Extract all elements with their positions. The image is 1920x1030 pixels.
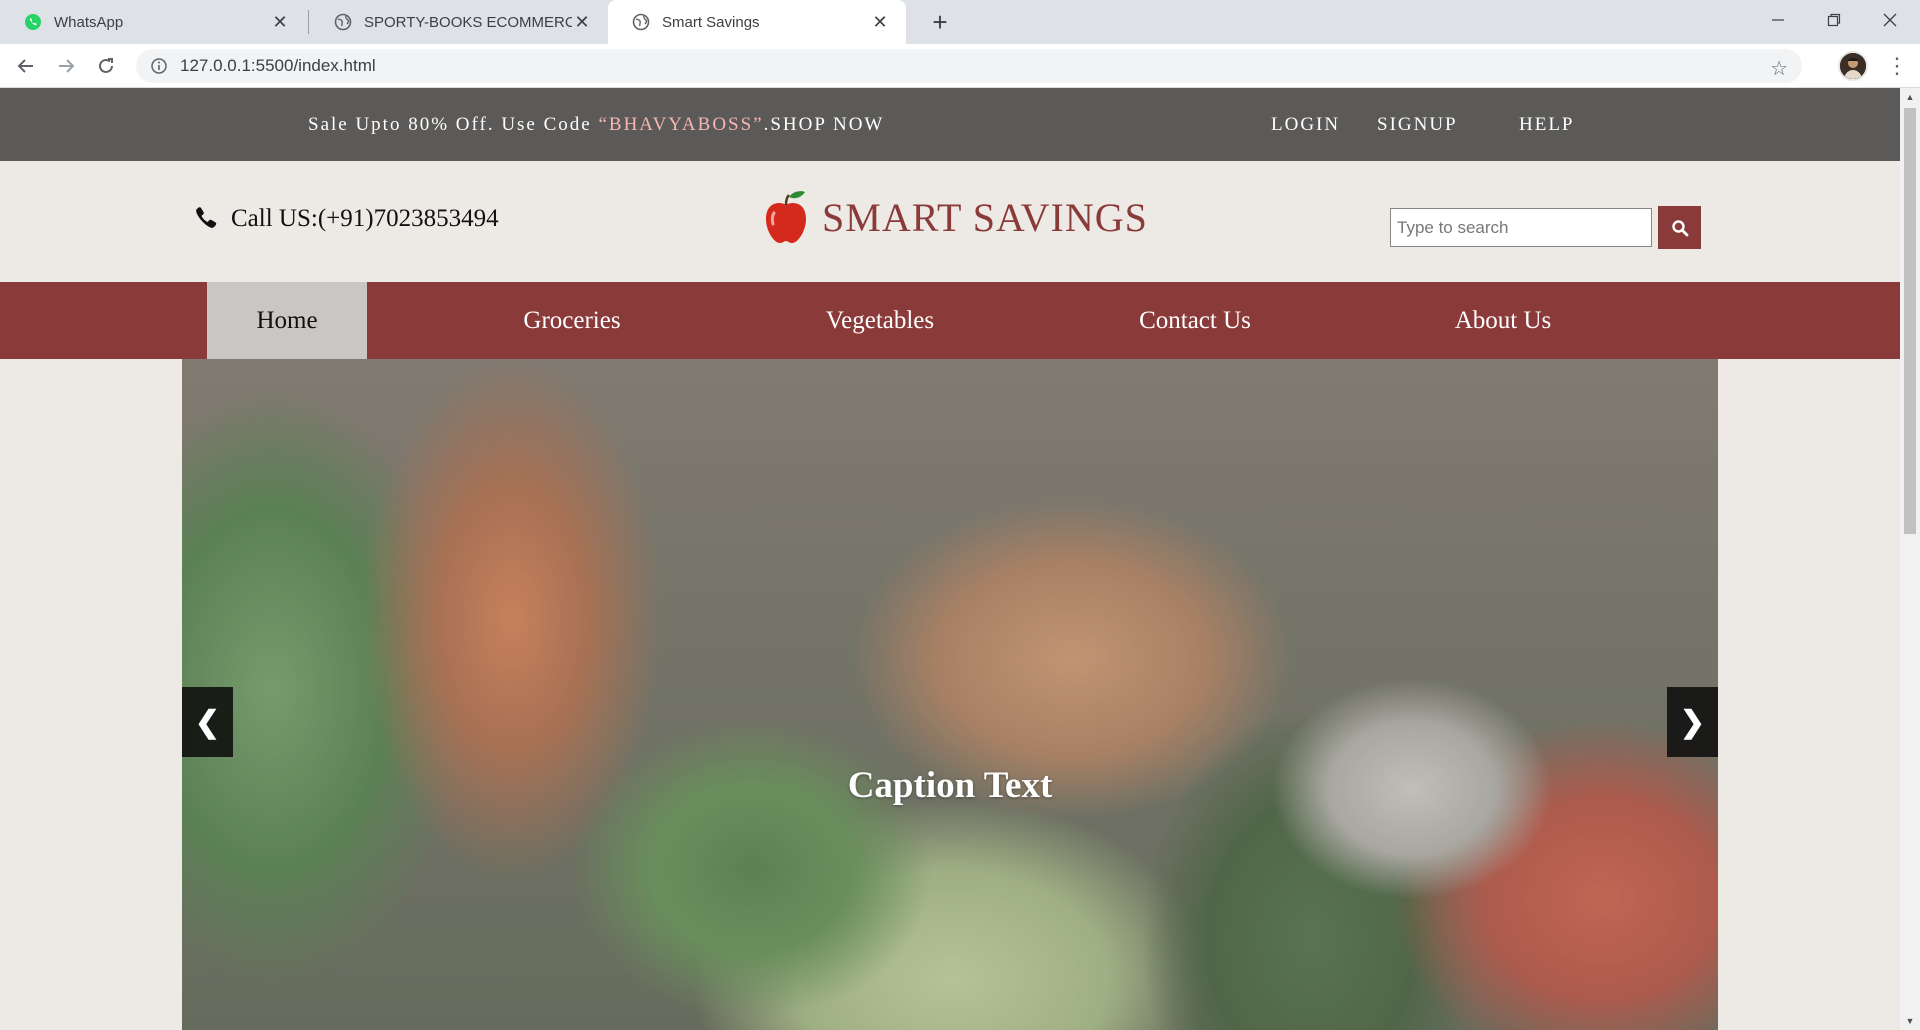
tab-whatsapp[interactable]: WhatsApp ✕ xyxy=(0,0,306,44)
tab-smart-savings[interactable]: Smart Savings ✕ xyxy=(608,0,906,44)
search-icon xyxy=(1671,219,1688,236)
phone-text: Call US:(+91)7023853494 xyxy=(231,205,499,232)
minimize-icon xyxy=(1772,19,1784,21)
minimize-button[interactable] xyxy=(1750,0,1806,40)
site-logo[interactable]: SMART SAVINGS xyxy=(760,187,1148,247)
signup-link[interactable]: SIGNUP xyxy=(1377,114,1458,136)
slide-caption: Caption Text xyxy=(847,765,1053,806)
search-input[interactable] xyxy=(1390,208,1652,247)
apple-logo-icon xyxy=(760,187,812,247)
login-link[interactable]: LOGIN xyxy=(1271,114,1340,136)
globe-icon xyxy=(632,13,650,31)
back-arrow-icon xyxy=(17,59,33,73)
nav-item-vegetables[interactable]: Vegetables xyxy=(800,282,960,359)
scroll-down-icon[interactable]: ▼ xyxy=(1900,1012,1920,1030)
promo-prefix: Sale Upto 80% Off. Use Code xyxy=(308,114,599,135)
reload-icon xyxy=(99,58,113,73)
shop-now-link[interactable]: .SHOP NOW xyxy=(764,114,885,135)
browser-toolbar: 127.0.0.1:5500/index.html ☆ ⋮ xyxy=(0,44,1920,88)
tab-strip: WhatsApp ✕ SPORTY-BOOKS ECOMMERCE ✕ Smar… xyxy=(0,0,1920,44)
address-bar[interactable]: 127.0.0.1:5500/index.html ☆ xyxy=(136,49,1802,83)
url-text: 127.0.0.1:5500/index.html xyxy=(180,56,376,75)
prev-slide-button[interactable]: ❮ xyxy=(182,687,233,757)
tab-title: Smart Savings xyxy=(662,13,760,31)
scroll-up-icon[interactable]: ▲ xyxy=(1900,88,1920,106)
phone-contact: Call US:(+91)7023853494 xyxy=(193,205,499,233)
tab-title: WhatsApp xyxy=(54,13,124,31)
scrollbar-thumb[interactable] xyxy=(1904,108,1916,534)
bookmark-star-icon[interactable]: ☆ xyxy=(1770,56,1788,81)
close-icon xyxy=(1883,13,1897,27)
close-window-button[interactable] xyxy=(1862,0,1918,40)
close-icon[interactable]: ✕ xyxy=(870,12,890,33)
info-icon[interactable] xyxy=(150,57,168,75)
tab-sporty-books[interactable]: SPORTY-BOOKS ECOMMERCE ✕ xyxy=(310,0,608,44)
promo-bar: Sale Upto 80% Off. Use Code “BHAVYABOSS”… xyxy=(0,88,1900,161)
restore-button[interactable] xyxy=(1806,0,1862,40)
close-icon[interactable]: ✕ xyxy=(572,12,592,33)
slide-image-vegetables xyxy=(182,359,1718,1030)
globe-icon xyxy=(334,13,352,31)
search-form xyxy=(1390,206,1701,249)
tab-title: SPORTY-BOOKS ECOMMERCE xyxy=(364,13,572,31)
main-nav: Home Groceries Vegetables Contact Us Abo… xyxy=(0,282,1900,359)
brand-name: SMART SAVINGS xyxy=(822,194,1148,240)
nav-item-about-us[interactable]: About Us xyxy=(1423,282,1583,359)
menu-kebab-icon[interactable]: ⋮ xyxy=(1882,50,1912,82)
tab-separator xyxy=(308,10,309,34)
reload-button[interactable] xyxy=(90,50,122,82)
profile-avatar[interactable] xyxy=(1838,51,1868,81)
next-slide-button[interactable]: ❯ xyxy=(1667,687,1718,757)
close-icon[interactable]: ✕ xyxy=(270,12,290,33)
forward-arrow-icon xyxy=(59,59,75,73)
promo-code: “BHAVYABOSS” xyxy=(598,114,764,135)
phone-icon xyxy=(193,206,219,232)
site-header: Call US:(+91)7023853494 SMART SAVINGS xyxy=(0,161,1900,282)
help-link[interactable]: HELP xyxy=(1519,114,1575,136)
page-scrollbar[interactable]: ▲ ▼ xyxy=(1900,88,1920,1030)
forward-button[interactable] xyxy=(50,50,82,82)
hero-slideshow: Caption Text ❮ ❯ xyxy=(182,359,1718,1030)
restore-icon xyxy=(1827,13,1841,27)
new-tab-button[interactable]: + xyxy=(924,6,956,38)
page-content: Sale Upto 80% Off. Use Code “BHAVYABOSS”… xyxy=(0,88,1900,1030)
promo-message: Sale Upto 80% Off. Use Code “BHAVYABOSS”… xyxy=(308,114,884,136)
nav-item-home[interactable]: Home xyxy=(207,282,367,359)
back-button[interactable] xyxy=(10,50,42,82)
nav-item-groceries[interactable]: Groceries xyxy=(492,282,652,359)
search-button[interactable] xyxy=(1658,206,1701,249)
nav-item-contact-us[interactable]: Contact Us xyxy=(1110,282,1280,359)
whatsapp-icon xyxy=(24,13,42,31)
